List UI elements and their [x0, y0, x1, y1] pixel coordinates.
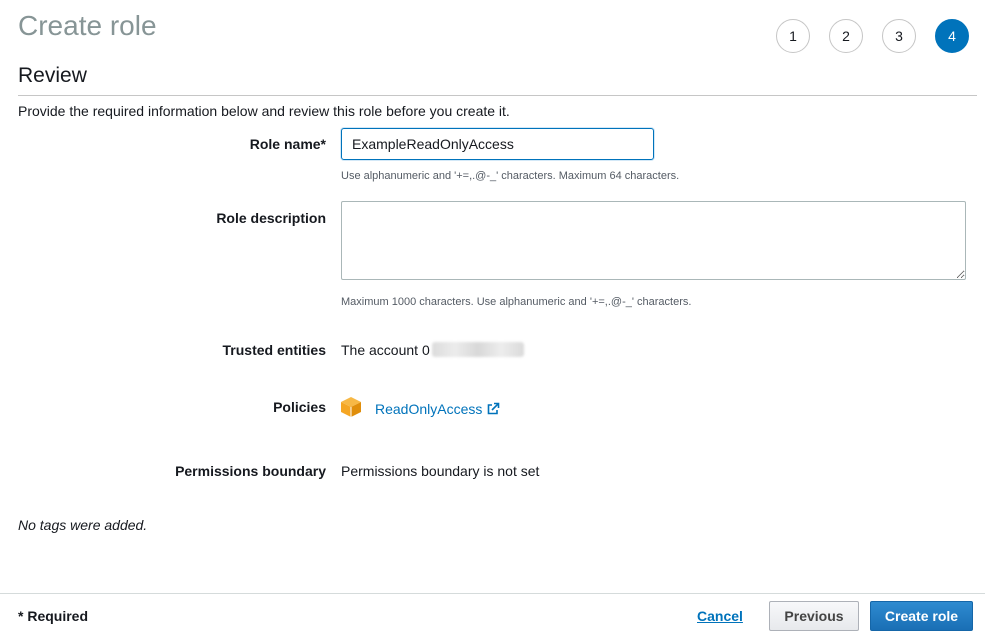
role-description-label: Role description	[216, 210, 326, 226]
section-title: Review	[18, 64, 87, 87]
permissions-boundary-label: Permissions boundary	[175, 463, 326, 479]
intro-text: Provide the required information below a…	[18, 103, 510, 119]
role-description-textarea[interactable]	[341, 201, 966, 280]
step-4-current: 4	[935, 19, 969, 53]
permissions-boundary-value: Permissions boundary is not set	[341, 463, 540, 479]
step-1[interactable]: 1	[776, 19, 810, 53]
previous-button[interactable]: Previous	[769, 601, 859, 631]
external-link-icon	[488, 402, 500, 415]
step-2[interactable]: 2	[829, 19, 863, 53]
no-tags-note: No tags were added.	[18, 517, 148, 533]
policy-readonlyaccess-link[interactable]: ReadOnlyAccess	[375, 401, 500, 417]
footer-divider	[0, 593, 985, 594]
wizard-steps: 1 2 3 4	[776, 19, 969, 53]
section-divider	[18, 95, 977, 96]
step-3[interactable]: 3	[882, 19, 916, 53]
redacted-account-id	[431, 342, 524, 357]
trusted-entities-label: Trusted entities	[222, 342, 326, 358]
create-role-button[interactable]: Create role	[870, 601, 973, 631]
role-name-hint: Use alphanumeric and '+=,.@-_' character…	[341, 170, 680, 182]
policies-label: Policies	[273, 399, 326, 415]
policy-link-label: ReadOnlyAccess	[375, 401, 483, 417]
trusted-entities-value: The account 0	[341, 342, 524, 358]
aws-managed-policy-cube-icon	[341, 397, 361, 417]
page-title: Create role	[18, 10, 157, 41]
role-description-hint: Maximum 1000 characters. Use alphanumeri…	[341, 296, 692, 308]
role-name-label: Role name*	[249, 136, 326, 152]
role-name-input[interactable]	[341, 128, 654, 160]
trusted-entities-text: The account 0	[341, 342, 430, 358]
required-note: * Required	[18, 608, 89, 624]
cancel-button[interactable]: Cancel	[697, 608, 743, 624]
